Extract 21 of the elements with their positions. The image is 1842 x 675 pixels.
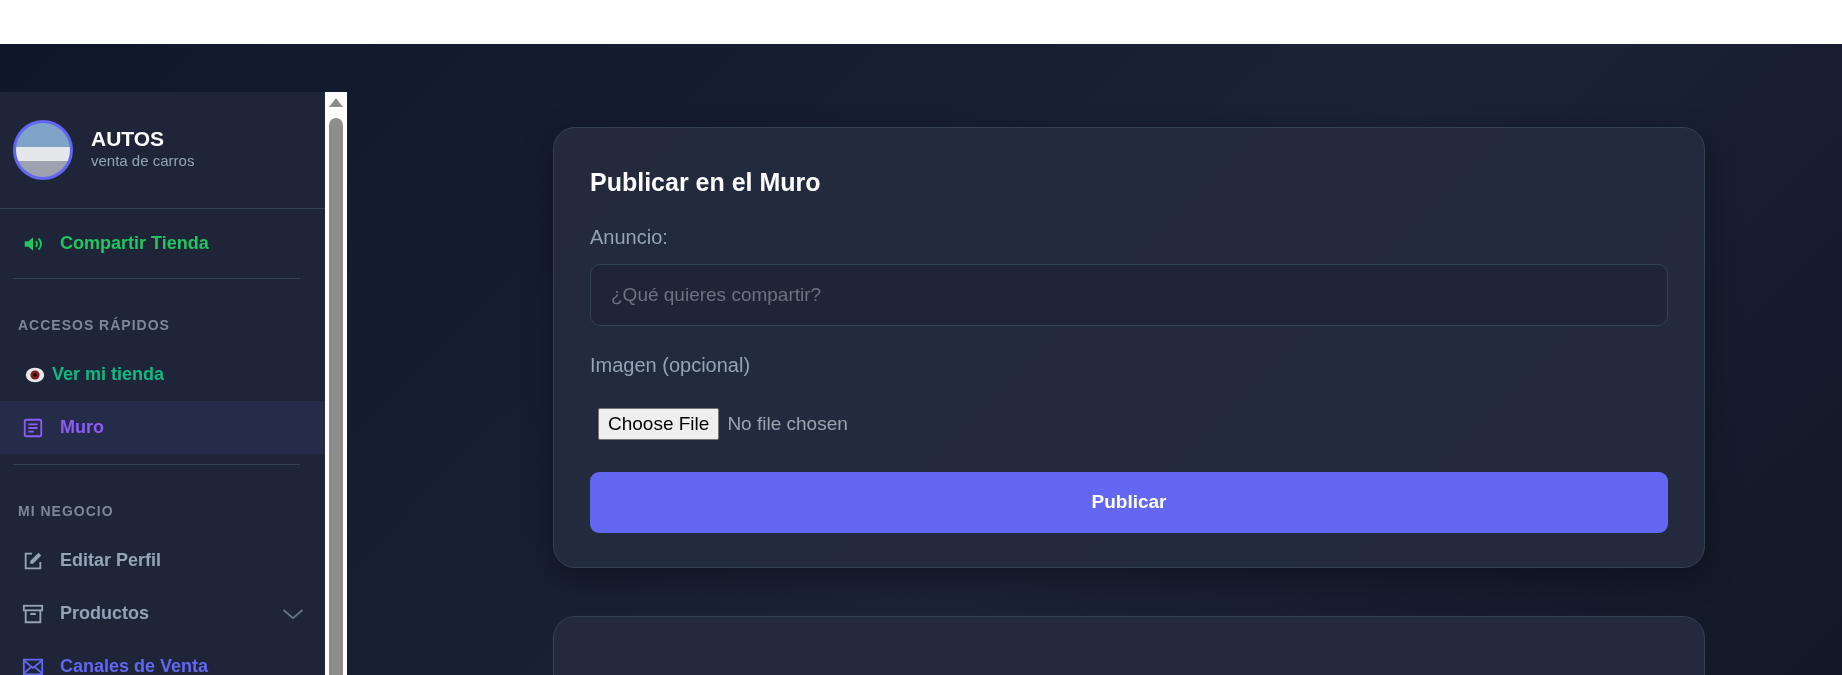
sidebar-item[interactable]: Muro bbox=[0, 401, 325, 454]
sidebar-item[interactable]: Ver mi tienda bbox=[0, 348, 325, 401]
scrollbar[interactable] bbox=[325, 92, 347, 675]
section-heading: MI NEGOCIO bbox=[17, 502, 115, 521]
field-label: Imagen (opcional) bbox=[590, 352, 751, 378]
archive-icon bbox=[22, 602, 44, 625]
share-store-link[interactable]: Compartir Tienda bbox=[0, 217, 325, 270]
sidebar-item[interactable]: Canales de Venta bbox=[0, 640, 325, 675]
announcement-field[interactable]: ¿Qué quieres compartir? bbox=[590, 263, 1668, 326]
store-logo-photo bbox=[13, 120, 73, 180]
section-heading: ACCESOS RÁPIDOS bbox=[17, 316, 171, 335]
store-tagline: venta de carros bbox=[91, 151, 195, 172]
store-name: AUTOS bbox=[91, 127, 166, 151]
document-icon bbox=[22, 416, 44, 439]
file-status: No file chosen bbox=[727, 411, 848, 436]
sidebar-item[interactable]: Editar Perfil bbox=[0, 534, 325, 587]
choose-file-button[interactable]: Choose File bbox=[598, 407, 720, 440]
sidebar-item[interactable]: Productos bbox=[0, 587, 325, 640]
publish-button[interactable]: Publicar bbox=[590, 472, 1668, 533]
form-title: Publicar en el Muro bbox=[590, 167, 822, 198]
field-label: Anuncio: bbox=[590, 224, 668, 250]
